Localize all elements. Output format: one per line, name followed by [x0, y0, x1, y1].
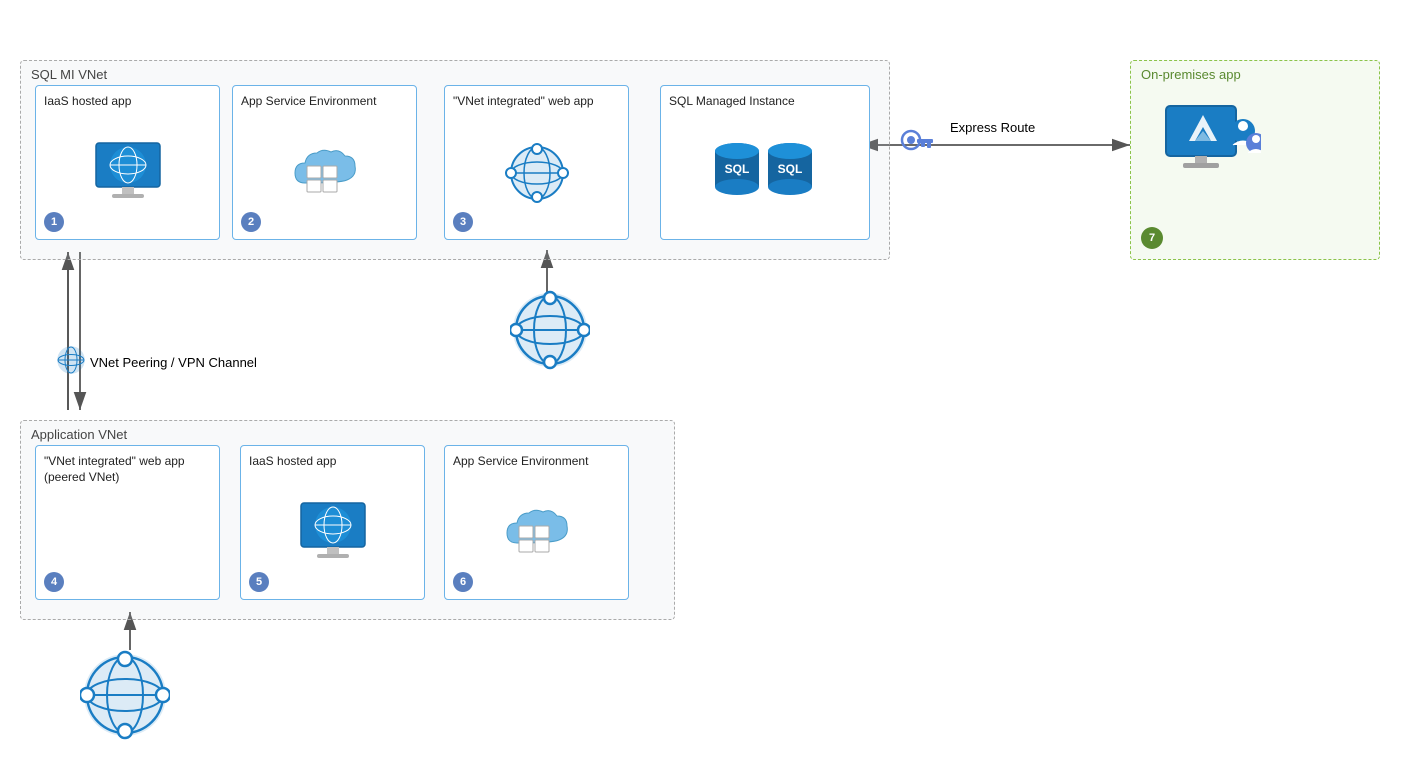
onprem-label: On-premises app — [1141, 67, 1241, 82]
comp-box-2: App Service Environment 2 — [232, 85, 417, 240]
comp-title-3: "VNet integrated" web app — [453, 94, 594, 110]
comp-title-sql: SQL Managed Instance — [669, 94, 795, 110]
badge-7: 7 — [1141, 227, 1163, 249]
comp-title-4: "VNet integrated" web app (peered VNet) — [44, 454, 211, 485]
express-route-label: Express Route — [950, 120, 1035, 135]
comp-title-2: App Service Environment — [241, 94, 376, 110]
comp-icon-1 — [44, 114, 211, 233]
diagram: SQL MI VNet IaaS hosted app 1 App Servic… — [0, 0, 1408, 759]
comp-icon-5 — [249, 474, 416, 593]
badge-3: 3 — [453, 212, 473, 232]
badge-6: 6 — [453, 572, 473, 592]
comp-title-5: IaaS hosted app — [249, 454, 336, 470]
internet-globe-center — [510, 290, 590, 370]
vnet-peering-globe — [56, 345, 86, 375]
app-vnet-label: Application VNet — [31, 427, 127, 442]
comp-icon-4 — [44, 489, 211, 593]
comp-icon-6 — [453, 474, 620, 593]
express-route-icon — [895, 120, 935, 163]
badge-5: 5 — [249, 572, 269, 592]
vnet-peering-label: VNet Peering / VPN Channel — [90, 355, 257, 370]
internet-globe-bottom — [80, 650, 170, 740]
comp-icon-3 — [453, 114, 620, 233]
comp-box-1: IaaS hosted app 1 — [35, 85, 220, 240]
comp-icon-2 — [241, 114, 408, 233]
badge-2: 2 — [241, 212, 261, 232]
comp-title-1: IaaS hosted app — [44, 94, 131, 110]
onprem-icons — [1161, 101, 1261, 191]
onprem-box: On-premises app — [1130, 60, 1380, 260]
comp-icon-sql: SQL SQL — [669, 114, 861, 233]
sql-mi-vnet-label: SQL MI VNet — [31, 67, 107, 82]
svg-text:SQL: SQL — [725, 162, 750, 176]
comp-title-6: App Service Environment — [453, 454, 588, 470]
comp-box-sql: SQL Managed Instance SQL SQL — [660, 85, 870, 240]
comp-box-4: "VNet integrated" web app (peered VNet) … — [35, 445, 220, 600]
badge-1: 1 — [44, 212, 64, 232]
comp-box-5: IaaS hosted app 5 — [240, 445, 425, 600]
comp-box-3: "VNet integrated" web app 3 — [444, 85, 629, 240]
badge-4: 4 — [44, 572, 64, 592]
svg-text:SQL: SQL — [778, 162, 803, 176]
comp-box-6: App Service Environment 6 — [444, 445, 629, 600]
